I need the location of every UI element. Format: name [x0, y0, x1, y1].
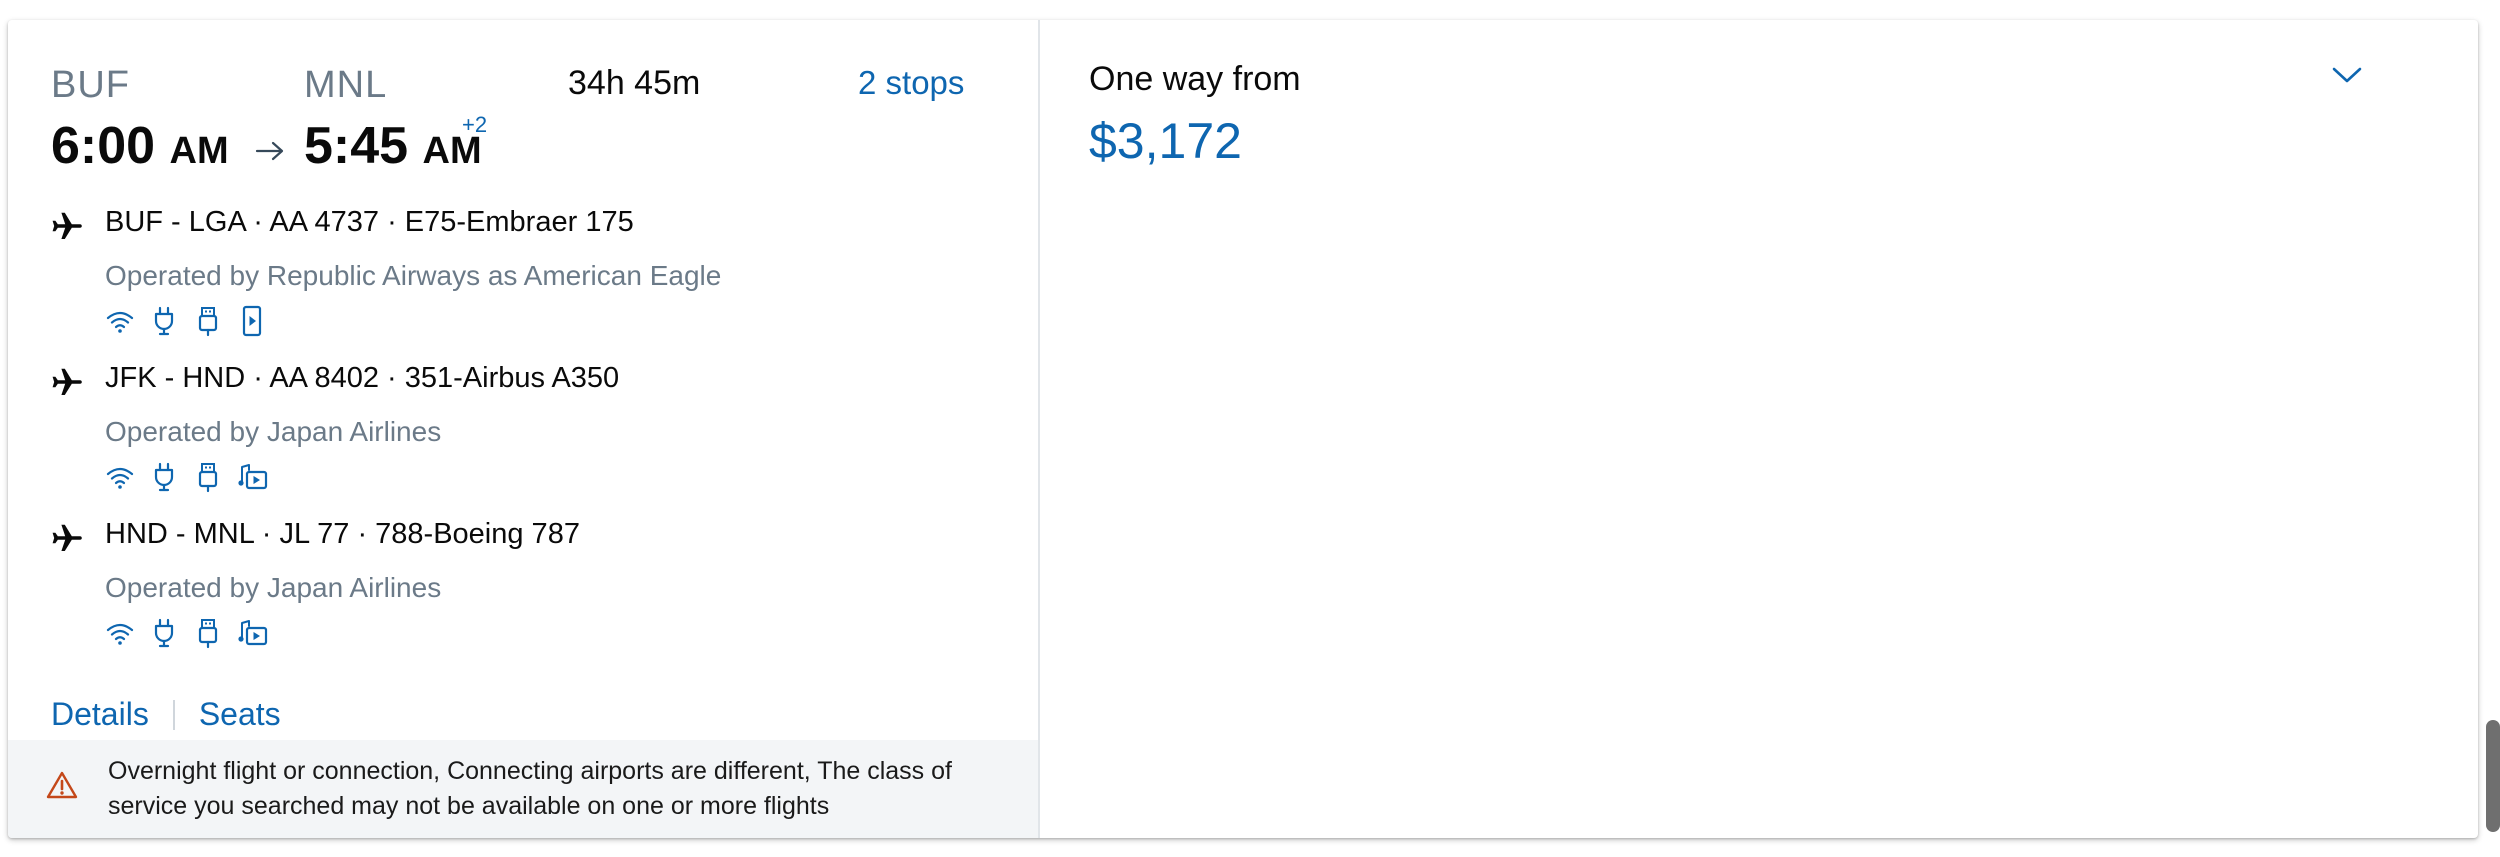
chevron-down-icon[interactable]: [2330, 64, 2364, 86]
segment-operator: Operated by Japan Airlines: [105, 416, 442, 447]
flight-segment: JFK - HND · AA 8402 · 351-Airbus A350 Ope…: [51, 358, 1011, 514]
fare-price[interactable]: $3,172: [1089, 112, 1242, 170]
stops-link[interactable]: 2 stops: [858, 64, 964, 102]
power-outlet-icon: [149, 305, 179, 337]
page-scrollbar[interactable]: [2486, 720, 2500, 832]
plane-icon: [51, 366, 83, 398]
flight-details-panel: BUF MNL 34h 45m 2 stops 6:00 AM 5:45 AM …: [8, 20, 1038, 838]
link-separator: [172, 699, 175, 730]
arrival-day-offset: +2: [462, 112, 488, 137]
total-duration: 34h 45m: [568, 64, 701, 102]
segment-amenities: [105, 304, 267, 338]
flight-segment: HND - MNL · JL 77 · 788-Boeing 787 Operat…: [51, 514, 1011, 670]
arrival-time-value: 5:45: [304, 117, 409, 175]
wifi-icon: [105, 617, 135, 649]
fare-label: One way from: [1089, 60, 1301, 98]
seats-link[interactable]: Seats: [199, 696, 281, 733]
flight-segment: BUF - LGA · AA 4737 · E75-Embraer 175 Ope…: [51, 202, 1011, 358]
segment-operator: Operated by Japan Airlines: [105, 572, 442, 603]
page: BUF MNL 34h 45m 2 stops 6:00 AM 5:45 AM …: [0, 0, 2500, 857]
arrival-time: 5:45 AM: [304, 116, 482, 176]
arrow-right-icon: [255, 141, 284, 161]
details-link[interactable]: Details: [51, 696, 149, 733]
wifi-icon: [105, 305, 135, 337]
usb-icon: [193, 617, 223, 649]
segment-route: HND - MNL · JL 77 · 788-Boeing 787: [105, 518, 580, 550]
power-outlet-icon: [149, 617, 179, 649]
wifi-icon: [105, 461, 135, 493]
origin-airport-code: BUF: [51, 64, 130, 106]
seatback-entertainment-icon: [237, 305, 267, 337]
segment-amenities: [105, 616, 268, 650]
departure-time: 6:00 AM: [51, 116, 229, 176]
power-outlet-icon: [149, 461, 179, 493]
warning-icon: [46, 771, 78, 799]
usb-icon: [193, 461, 223, 493]
flight-notice: Overnight flight or connection, Connecti…: [8, 740, 1038, 838]
notice-text: Overnight flight or connection, Connecti…: [108, 757, 952, 820]
plane-icon: [51, 522, 83, 554]
departure-ampm: AM: [169, 130, 229, 172]
plane-icon: [51, 210, 83, 242]
departure-time-value: 6:00: [51, 117, 156, 175]
segment-amenities: [105, 460, 268, 494]
destination-airport-code: MNL: [304, 64, 388, 106]
segment-operator: Operated by Republic Airways as American…: [105, 260, 722, 291]
card-links: Details Seats: [51, 696, 281, 733]
streaming-entertainment-icon: [237, 461, 268, 493]
fare-panel: One way from $3,172: [1040, 20, 2478, 838]
usb-icon: [193, 305, 223, 337]
segment-route: BUF - LGA · AA 4737 · E75-Embraer 175: [105, 206, 634, 238]
streaming-entertainment-icon: [237, 617, 268, 649]
flight-result-card: BUF MNL 34h 45m 2 stops 6:00 AM 5:45 AM …: [8, 20, 2478, 838]
segment-route: JFK - HND · AA 8402 · 351-Airbus A350: [105, 362, 620, 394]
